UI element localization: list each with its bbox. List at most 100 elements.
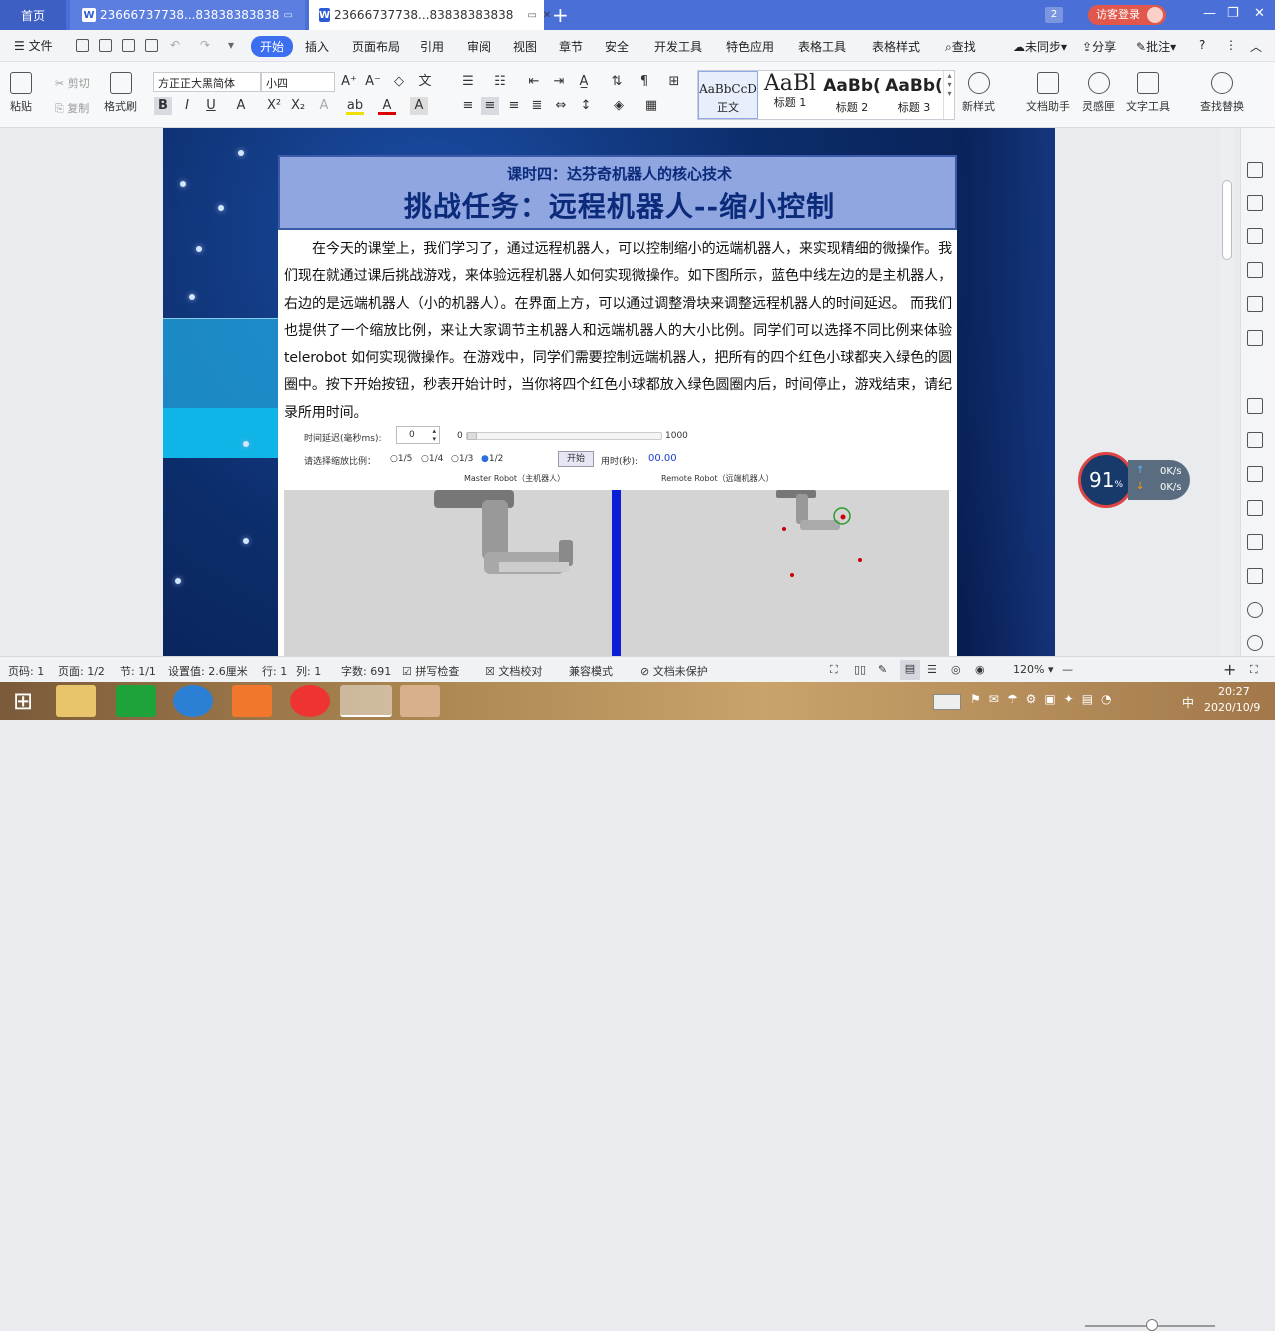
superscript-button[interactable]: X²	[265, 97, 283, 115]
format-painter-button[interactable]: 格式刷	[104, 62, 137, 114]
status-pages[interactable]: 页面: 1/2	[58, 663, 105, 679]
zoom-slider-thumb[interactable]	[1146, 1319, 1158, 1331]
table-icon[interactable]	[1247, 296, 1263, 312]
status-section[interactable]: 节: 1/1	[120, 663, 156, 679]
print-icon[interactable]	[122, 39, 135, 52]
font-name-select[interactable]: 方正正大黑简体	[153, 72, 261, 92]
red-ball[interactable]	[858, 558, 862, 562]
phonetic-icon[interactable]: 文	[416, 73, 434, 91]
tab-home[interactable]: 首页	[0, 0, 66, 30]
menu-security[interactable]: 安全	[605, 38, 629, 55]
subscript-button[interactable]: X₂	[289, 97, 307, 115]
decrease-indent-icon[interactable]: ⇤	[525, 73, 543, 91]
style-gallery-scroll[interactable]: ▴ ▾ ▾	[943, 71, 955, 119]
network-speed-widget[interactable]: 91% ↑ 0K/s ↓ 0K/s	[1078, 452, 1190, 508]
read-mode-icon[interactable]: ▯▯	[854, 663, 866, 676]
tab-document-2[interactable]: W 23666737738...83838383838 ▭ ✕	[309, 0, 551, 30]
menu-review[interactable]: 审阅	[467, 38, 491, 55]
sort-icon[interactable]: ⇅	[608, 73, 626, 91]
keyboard-icon[interactable]	[933, 694, 961, 710]
menu-table-style[interactable]: 表格样式	[872, 38, 920, 55]
bold-button[interactable]: B	[154, 97, 172, 115]
page-view-icon[interactable]: ▤	[900, 660, 920, 680]
scale-option-1-2[interactable]: ●1/2	[481, 454, 503, 464]
body-paragraph[interactable]: 在今天的课堂上，我们学习了，通过远程机器人，可以控制缩小的远端机器人，来实现精细…	[284, 236, 952, 427]
comment-button[interactable]: ✎批注▾	[1136, 38, 1176, 55]
numbered-list-icon[interactable]: ☷	[491, 73, 509, 91]
line-spacing-icon[interactable]: ↕	[577, 97, 595, 115]
shield-icon[interactable]	[1247, 568, 1263, 584]
delay-slider[interactable]	[466, 432, 662, 440]
chrome-icon[interactable]	[290, 685, 330, 717]
menu-start[interactable]: 开始	[251, 36, 294, 57]
status-row[interactable]: 行: 1	[262, 663, 287, 679]
menu-developer[interactable]: 开发工具	[654, 38, 702, 55]
underline-button[interactable]: U	[202, 97, 220, 115]
font-color-button[interactable]: A	[378, 97, 396, 115]
menu-insert[interactable]: 插入	[305, 38, 329, 55]
delay-stepper[interactable]: 0 ▴ ▾	[396, 426, 440, 444]
restore-icon[interactable]: ❐	[1227, 6, 1239, 21]
inspiration-button[interactable]: 灵感匣	[1082, 62, 1115, 114]
archive-icon[interactable]	[1247, 500, 1263, 516]
sync-button[interactable]: ☁未同步▾	[1013, 38, 1067, 55]
zoom-select[interactable]: 120% ▾	[1013, 663, 1053, 676]
translate-icon[interactable]	[1247, 466, 1263, 482]
increase-indent-icon[interactable]: ⇥	[550, 73, 568, 91]
justify-icon[interactable]: ≣	[528, 97, 546, 115]
more-icon[interactable]: ⋮	[1225, 38, 1237, 52]
file-explorer-icon[interactable]	[56, 685, 96, 717]
file-menu[interactable]: ☰ 文件	[14, 37, 53, 54]
write-mode-icon[interactable]: ✎	[878, 663, 887, 676]
menu-table-tools[interactable]: 表格工具	[798, 38, 846, 55]
wps-taskbar-icon[interactable]	[340, 685, 392, 717]
system-tray-icons[interactable]: ⚑✉☂⚙▣✦▤◔	[970, 692, 1170, 712]
quick-access-dropdown-icon[interactable]: ▾	[228, 38, 234, 52]
collapse-ribbon-icon[interactable]: ︿	[1250, 38, 1262, 55]
bullet-list-icon[interactable]: ☰	[459, 73, 477, 91]
chart-icon[interactable]	[1247, 330, 1263, 346]
chinese-layout-icon[interactable]: A̲	[575, 73, 593, 91]
highlight-button[interactable]: ab	[346, 97, 364, 115]
align-center-icon[interactable]: ≡	[481, 97, 499, 115]
select-cursor-icon[interactable]	[1247, 195, 1263, 211]
red-ball[interactable]	[840, 514, 846, 520]
menu-special[interactable]: 特色应用	[726, 38, 774, 55]
zoom-out-icon[interactable]: —	[1062, 663, 1073, 676]
store-icon[interactable]	[116, 685, 156, 717]
fullscreen-icon[interactable]: ⛶	[830, 663, 838, 677]
style-heading-3[interactable]: AaBb(标题 3	[884, 71, 944, 119]
fill-icon[interactable]	[1247, 262, 1263, 278]
scale-option-1-3[interactable]: ○1/3	[451, 454, 473, 464]
borders-icon[interactable]: ▦	[642, 97, 660, 115]
doc-proof-button[interactable]: ☒ 文档校对	[485, 663, 542, 679]
menu-page-layout[interactable]: 页面布局	[352, 38, 400, 55]
italic-button[interactable]: I	[178, 97, 196, 115]
clock-date[interactable]: 2020/10/9	[1204, 701, 1260, 714]
find-replace-button[interactable]: 查找替换	[1200, 62, 1244, 114]
close-icon[interactable]: ✕	[543, 10, 551, 21]
master-robot-arm[interactable]	[434, 490, 573, 574]
text-effect-button[interactable]: A	[315, 97, 333, 115]
close-window-icon[interactable]: ✕	[1254, 6, 1265, 21]
shapes-icon[interactable]	[1247, 228, 1263, 244]
stepper-arrows-icon[interactable]: ▴ ▾	[432, 427, 436, 443]
web-view-icon[interactable]: ◎	[951, 663, 961, 676]
eye-care-icon[interactable]: ◉	[975, 663, 985, 676]
show-marks-icon[interactable]: ¶	[635, 73, 653, 91]
save-icon[interactable]	[76, 39, 89, 52]
status-page-number[interactable]: 页码: 1	[8, 663, 44, 679]
help-circle-icon[interactable]	[1247, 635, 1263, 651]
red-ball[interactable]	[790, 573, 794, 577]
export-icon[interactable]	[99, 39, 112, 52]
cut-button[interactable]: ✂ 剪切	[55, 75, 90, 91]
help-icon[interactable]: ?	[1199, 38, 1205, 52]
pdf-icon[interactable]	[232, 685, 272, 717]
new-tab-button[interactable]: +	[552, 3, 569, 27]
menu-view[interactable]: 视图	[513, 38, 537, 55]
protect-button[interactable]: ⊘ 文档未保护	[640, 663, 708, 679]
slider-thumb[interactable]	[467, 432, 477, 440]
undo-icon[interactable]: ↶	[170, 38, 180, 52]
guest-login-button[interactable]: 访客登录	[1088, 5, 1166, 25]
spell-check-button[interactable]: ☑ 拼写检查	[402, 663, 459, 679]
